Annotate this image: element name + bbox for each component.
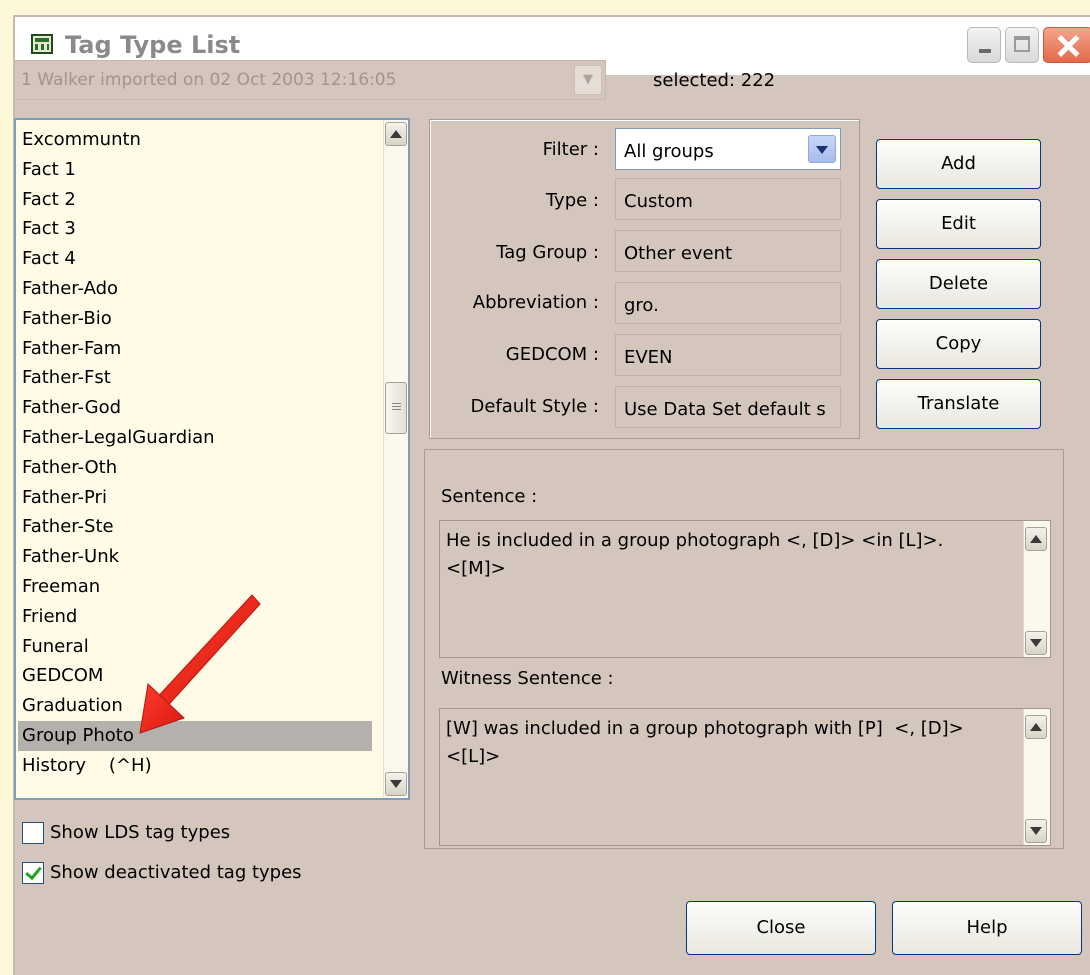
table-icon	[31, 34, 53, 54]
edit-button[interactable]: Edit	[876, 199, 1041, 249]
arrow-up-icon	[1030, 535, 1042, 543]
gedcom-field: EVEN	[615, 334, 841, 376]
tag-list-item[interactable]: Graduation	[18, 691, 372, 721]
close-button[interactable]: Close	[686, 901, 876, 955]
tag-list-item[interactable]: Father-Bio	[18, 304, 372, 334]
chevron-down-icon[interactable]	[808, 135, 836, 163]
scroll-down-button[interactable]	[1025, 819, 1047, 843]
scroll-down-button[interactable]	[1025, 631, 1047, 655]
witness-sentence-text: [W] was included in a group photograph w…	[446, 718, 964, 767]
tag-group-field: Other event	[615, 230, 841, 272]
show-lds-label: Show LDS tag types	[50, 822, 231, 843]
filter-select[interactable]: All groups	[615, 128, 841, 170]
tag-list-item[interactable]: Group Photo	[18, 721, 372, 751]
witness-scrollbar[interactable]	[1023, 709, 1050, 845]
witness-sentence-textarea[interactable]: [W] was included in a group photograph w…	[439, 708, 1051, 846]
tag-list-item[interactable]: Father-Oth	[18, 453, 372, 483]
window-title: Tag Type List	[65, 31, 241, 59]
scroll-up-button[interactable]	[385, 122, 407, 146]
witness-sentence-label: Witness Sentence :	[441, 668, 614, 689]
sentence-textarea[interactable]: He is included in a group photograph <, …	[439, 520, 1051, 658]
default-style-field: Use Data Set default s	[615, 386, 841, 428]
scroll-up-button[interactable]	[1025, 715, 1047, 739]
abbreviation-label: Abbreviation :	[472, 292, 599, 313]
tag-list-item[interactable]: Friend	[18, 602, 372, 632]
type-label: Type :	[545, 190, 599, 211]
maximize-button[interactable]	[1005, 27, 1039, 63]
list-scrollbar[interactable]	[383, 120, 408, 798]
arrow-down-icon	[390, 780, 402, 788]
tag-list-item[interactable]: Father-Ste	[18, 512, 372, 542]
show-lds-checkbox[interactable]	[22, 822, 44, 844]
gedcom-label: GEDCOM :	[505, 344, 599, 365]
type-field: Custom	[615, 178, 841, 220]
tag-properties-panel: Filter : All groups Type : Custom Tag Gr…	[429, 119, 860, 439]
tag-list-item[interactable]: History (^H)	[18, 751, 372, 781]
scroll-thumb[interactable]	[385, 382, 407, 434]
arrow-up-icon	[390, 130, 402, 138]
sentence-label: Sentence :	[441, 486, 538, 507]
close-window-button[interactable]	[1043, 27, 1090, 63]
dataset-select[interactable]: 1 Walker imported on 02 Oct 2003 12:16:0…	[14, 60, 606, 100]
chevron-down-icon[interactable]: ▼	[574, 65, 602, 95]
arrow-down-icon	[1030, 827, 1042, 835]
selected-count: selected: 222	[653, 70, 776, 91]
tag-type-list[interactable]: History (^H) Group Photo Graduation GEDCOM F…	[14, 118, 410, 800]
arrow-up-icon	[1030, 723, 1042, 731]
default-style-label: Default Style :	[470, 396, 600, 417]
sentence-text: He is included in a group photograph <, …	[446, 530, 944, 579]
tag-list-item[interactable]: Freeman	[18, 572, 372, 602]
delete-button[interactable]: Delete	[876, 259, 1041, 309]
filter-value: All groups	[624, 141, 714, 162]
tag-list-item[interactable]: Fact 1	[18, 155, 372, 185]
sentence-scrollbar[interactable]	[1023, 521, 1050, 657]
tag-list-item[interactable]: Father-God	[18, 393, 372, 423]
tag-list-item[interactable]: Funeral	[18, 632, 372, 662]
tag-list-item[interactable]: Father-Fst	[18, 363, 372, 393]
translate-button[interactable]: Translate	[876, 379, 1041, 429]
help-button[interactable]: Help	[892, 901, 1082, 955]
add-button[interactable]: Add	[876, 139, 1041, 189]
filter-label: Filter :	[542, 139, 599, 160]
arrow-down-icon	[1030, 639, 1042, 647]
show-deactivated-label: Show deactivated tag types	[50, 862, 302, 883]
tag-list-item[interactable]: GEDCOM	[18, 661, 372, 691]
tag-list-item[interactable]: Father-Pri	[18, 483, 372, 513]
tag-list-item[interactable]: Fact 2	[18, 185, 372, 215]
abbreviation-field: gro.	[615, 282, 841, 324]
minimize-button[interactable]	[967, 27, 1001, 63]
sentence-panel: Sentence : He is included in a group pho…	[424, 449, 1064, 849]
tag-list-item[interactable]: Father-LegalGuardian	[18, 423, 372, 453]
tag-list-item[interactable]: Fact 4	[18, 244, 372, 274]
tag-list-item[interactable]: Excommuntn	[18, 125, 372, 155]
show-deactivated-checkbox[interactable]	[22, 862, 44, 884]
dataset-select-value: 1 Walker imported on 02 Oct 2003 12:16:0…	[21, 70, 397, 90]
tag-list-item[interactable]: Father-Unk	[18, 542, 372, 572]
copy-button[interactable]: Copy	[876, 319, 1041, 369]
scroll-down-button[interactable]	[385, 772, 407, 796]
tag-list-item[interactable]: Father-Fam	[18, 334, 372, 364]
tag-list-item[interactable]: Fact 3	[18, 214, 372, 244]
scroll-up-button[interactable]	[1025, 527, 1047, 551]
tag-group-label: Tag Group :	[496, 242, 599, 263]
tag-list-item[interactable]: Father-Ado	[18, 274, 372, 304]
